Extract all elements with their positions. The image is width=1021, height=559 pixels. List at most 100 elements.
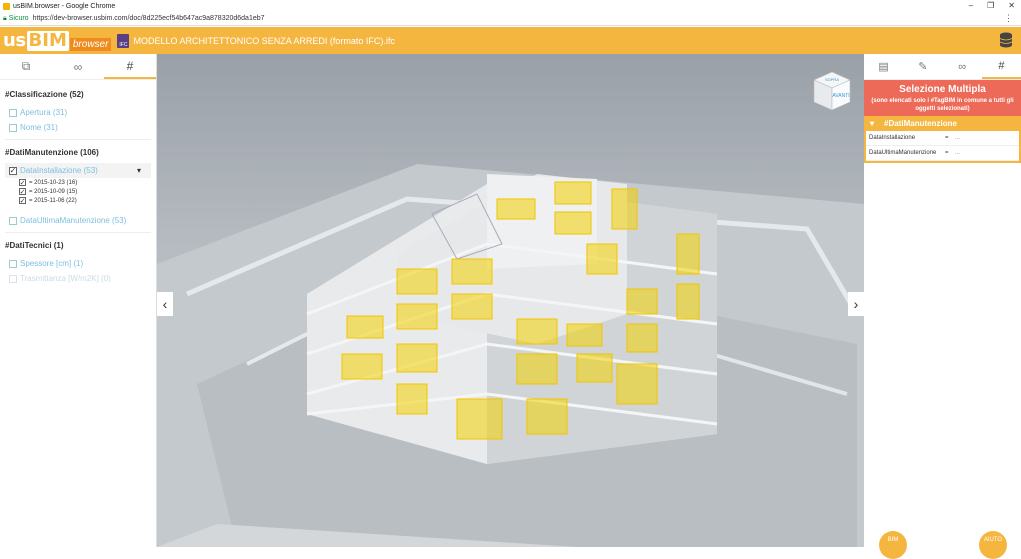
checkbox[interactable]: ✓ [9,166,17,175]
group-title: #DatiTecnici (1) [5,241,64,250]
collapse-icon[interactable]: ▾ [137,166,141,175]
property-row[interactable]: DataInstallazione = ... [866,131,1019,146]
window-titlebar: usBIM.browser - Google Chrome – ❐ ✕ [0,0,1021,12]
tab-links[interactable]: ∞ [943,54,982,79]
tab-hashtags[interactable]: # [104,54,156,79]
app-header: us BIM browser IFC MODELLO ARCHITETTONIC… [0,27,1021,54]
value-label: = 2015-10-23 (16) [29,179,78,186]
minimize-icon[interactable]: – [969,0,973,12]
divider [5,232,151,233]
usbim-logo[interactable]: us BIM browser [0,27,112,54]
property-value[interactable]: ... [955,135,1016,141]
viewcube-front-label: AVANTI [832,93,849,99]
value-item[interactable]: ✓ = 2015-11-06 (22) [5,196,151,205]
checkbox[interactable] [9,108,17,117]
nav-left-button[interactable]: ‹ [157,292,173,316]
tab-edit[interactable]: ✎ [903,54,942,79]
tab-hashtags[interactable]: # [981,54,1021,79]
property-value[interactable]: ... [955,150,1016,156]
tab-properties[interactable]: ▤ [864,54,903,79]
checkbox [9,274,17,283]
selection-header: Selezione Multipla (sono elencati solo i… [864,80,1021,116]
tag-data-ultima-manutenzione[interactable]: DataUltimaManutenzione (53) [5,213,151,228]
checkbox[interactable]: ✓ [19,179,26,187]
secure-label: Sicuro [8,15,29,22]
viewcube-top-label: SOPRA [825,77,839,82]
section-dati-manutenzione[interactable]: ▾ #DatiManutenzione [864,116,1021,131]
ifc-file-icon: IFC [117,33,130,48]
right-panel: ▤ ✎ ∞ # Selezione Multipla (sono elencat… [864,54,1021,559]
window-title: usBIM.browser - Google Chrome [13,2,116,10]
window-controls: – ❐ ✕ [969,0,1015,12]
fab-label: BIM [887,537,899,543]
tag-label: Trasmittanza [W/m2K] (0) [20,274,111,283]
group-dati-tecnici: #DatiTecnici (1) Spessore [cm] (1) Trasm… [0,237,156,286]
chevron-down-icon: ▾ [870,119,875,128]
link-icon: ∞ [73,59,83,74]
help-fab-button[interactable]: AIUTO [979,531,1007,559]
left-tabs: ⧉ ∞ # [0,54,156,80]
value-item[interactable]: ✓ = 2015-10-23 (16) [5,178,151,187]
properties-table: DataInstallazione = ... DataUltimaManute… [864,131,1021,163]
tag-label: DataInstallazione (53) [20,166,98,175]
document-icon: ▤ [878,61,889,73]
chevron-left-icon: ‹ [162,296,168,312]
chevron-right-icon: › [853,296,859,312]
checkbox[interactable]: ✓ [19,197,26,205]
database-icon[interactable] [999,32,1013,48]
logo-browser: browser [69,38,112,51]
tag-data-installazione[interactable]: ✓ DataInstallazione (53) ▾ [5,163,151,178]
section-title: #DatiManutenzione [884,119,957,128]
address-bar[interactable]: 🔒︎ Sicuro https://dev-browser.usbim.com/… [0,12,1021,26]
chrome-favicon-icon [3,2,10,10]
tag-trasmittanza: Trasmittanza [W/m2K] (0) [5,271,151,286]
property-eq: = [945,135,949,141]
checkbox[interactable]: ✓ [19,188,26,196]
property-key: DataUltimaManutenzione [869,150,937,156]
value-item[interactable]: ✓ = 2015-10-09 (15) [5,187,151,196]
viewcube-icon[interactable]: SOPRA AVANTI [810,68,854,112]
checkbox[interactable] [9,216,17,225]
logo-us: us [3,30,26,51]
close-icon[interactable]: ✕ [1008,0,1015,12]
right-tabs: ▤ ✎ ∞ # [864,54,1021,80]
tag-label: Apertura (31) [20,108,68,117]
checkbox[interactable] [9,123,17,132]
tag-nome[interactable]: Nome (31) [5,120,151,135]
hashtag-icon: # [998,59,1005,72]
hashtag-icon: # [126,58,134,73]
tag-label: Spessore [cm] (1) [20,259,84,268]
property-row[interactable]: DataUltimaManutenzione = ... [866,146,1019,161]
hierarchy-icon: ⧉ [21,59,31,73]
tag-apertura[interactable]: Apertura (31) [5,105,151,120]
bim-3d-viewer[interactable]: ‹ › SOPRA AVANTI [157,54,864,547]
tab-hierarchy[interactable]: ⧉ [0,54,52,79]
group-dati-manutenzione: #DatiManutenzione (106) ✓ DataInstallazi… [0,144,156,233]
tag-spessore[interactable]: Spessore [cm] (1) [5,256,151,271]
logo-bim: BIM [26,29,69,51]
group-title: #DatiManutenzione (106) [5,148,99,157]
group-title: #Classificazione (52) [5,90,84,99]
checkbox[interactable] [9,259,17,268]
property-eq: = [945,150,949,156]
link-icon: ∞ [958,60,967,73]
tag-label: DataUltimaManutenzione (53) [20,216,127,225]
value-label: = 2015-11-06 (22) [29,197,77,204]
tab-links[interactable]: ∞ [52,54,104,79]
fab-label: AIUTO [983,537,1003,543]
project-title: MODELLO ARCHITETTONICO SENZA ARREDI (for… [133,35,395,46]
divider [5,139,151,140]
edit-icon: ✎ [918,61,928,73]
bim-fab-button[interactable]: BIM [879,531,907,559]
url-text[interactable]: https://dev-browser.usbim.com/doc/8d225e… [33,15,265,22]
ifc-badge-label: IFC [119,41,128,48]
tag-label: Nome (31) [20,123,58,132]
value-label: = 2015-10-09 (15) [29,188,78,195]
restore-icon[interactable]: ❐ [987,0,994,12]
left-panel: ⧉ ∞ # #Classificazione (52) Apertura (31… [0,54,157,547]
building-model[interactable] [157,54,864,547]
selection-title: Selezione Multipla [899,84,986,95]
property-key: DataInstallazione [869,135,916,141]
nav-right-button[interactable]: › [848,292,864,316]
menu-dots-icon[interactable]: ⋮ [1004,13,1013,24]
